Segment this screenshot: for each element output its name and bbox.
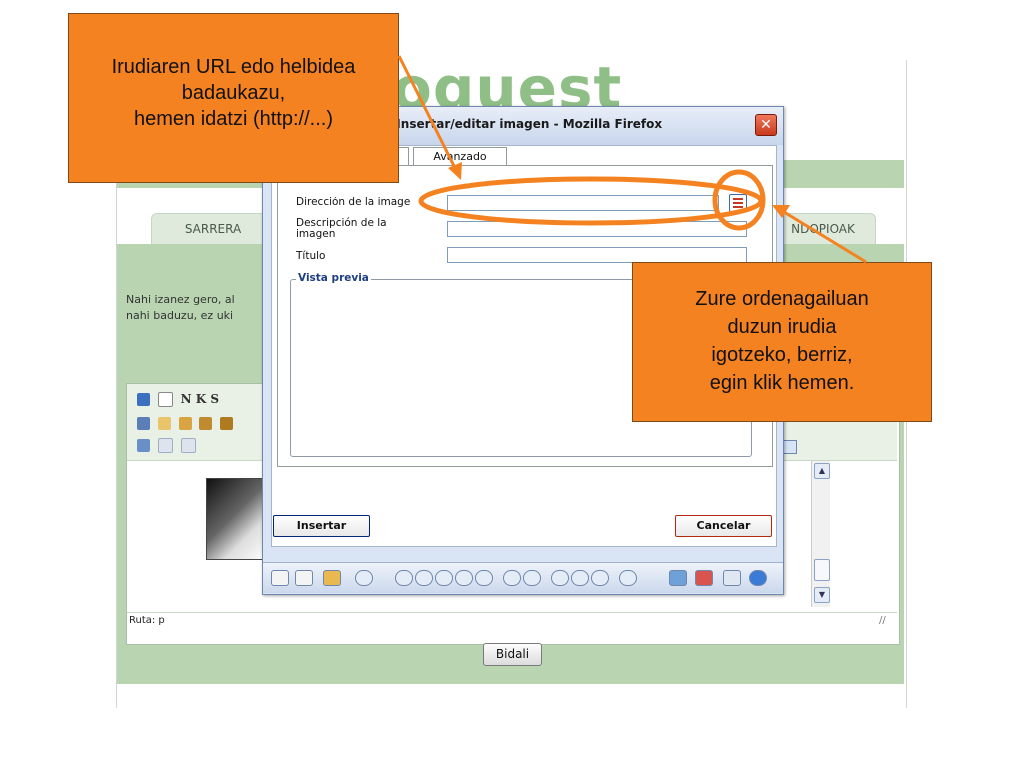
url-hint-arrow	[397, 55, 457, 169]
upload-hint-arrow	[783, 210, 867, 264]
upload-hint-arrowhead	[772, 205, 790, 218]
url-field-highlight-ring	[418, 176, 764, 226]
browse-button-highlight-ring	[712, 169, 766, 231]
annotation-overlay	[397, 55, 867, 264]
